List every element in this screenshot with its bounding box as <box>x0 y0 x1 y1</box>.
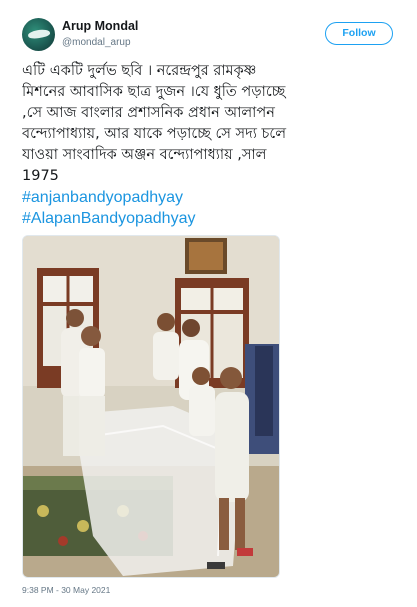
tweet-text: এটি একটি দুর্লভ ছবি । নরেন্দ্রপুর রামকৃষ… <box>22 61 402 229</box>
tweet-card: Arup Mondal @mondal_arup Follow এটি একটি… <box>0 0 417 607</box>
tweet-text-line: 1975 <box>22 168 59 184</box>
photo-illustration <box>23 236 279 577</box>
user-display-name[interactable]: Arup Mondal <box>62 19 138 33</box>
hashtag-link[interactable]: #AlapanBandyopadhyay <box>22 208 402 229</box>
tweet-photo[interactable] <box>22 235 280 578</box>
tweet-text-line: ,সে আজ বাংলার প্রশাসনিক প্রধান আলাপন <box>22 105 275 121</box>
tweet-text-line: যাওয়া সাংবাদিক অঞ্জন বন্দ্যোপাধ্যায় ,স… <box>22 147 267 163</box>
tweet-text-line: মিশনের আবাসিক ছাত্র দুজন ।যে ধুতি পড়াচ্… <box>22 84 286 100</box>
avatar-bird-icon <box>27 28 51 40</box>
tweet-header: Arup Mondal @mondal_arup Follow <box>22 16 395 56</box>
hashtag-link[interactable]: #anjanbandyopadhyay <box>22 187 402 208</box>
user-handle[interactable]: @mondal_arup <box>62 37 131 48</box>
tweet-text-line: বন্দ্যোপাধ্যায়, আর যাকে পড়াচ্ছে সে সদ্… <box>22 126 287 142</box>
avatar[interactable] <box>22 18 55 51</box>
tweet-text-line: এটি একটি দুর্লভ ছবি । নরেন্দ্রপুর রামকৃষ… <box>22 63 257 79</box>
tweet-timestamp[interactable]: 9:38 PM - 30 May 2021 <box>22 585 110 595</box>
follow-button[interactable]: Follow <box>325 22 393 45</box>
